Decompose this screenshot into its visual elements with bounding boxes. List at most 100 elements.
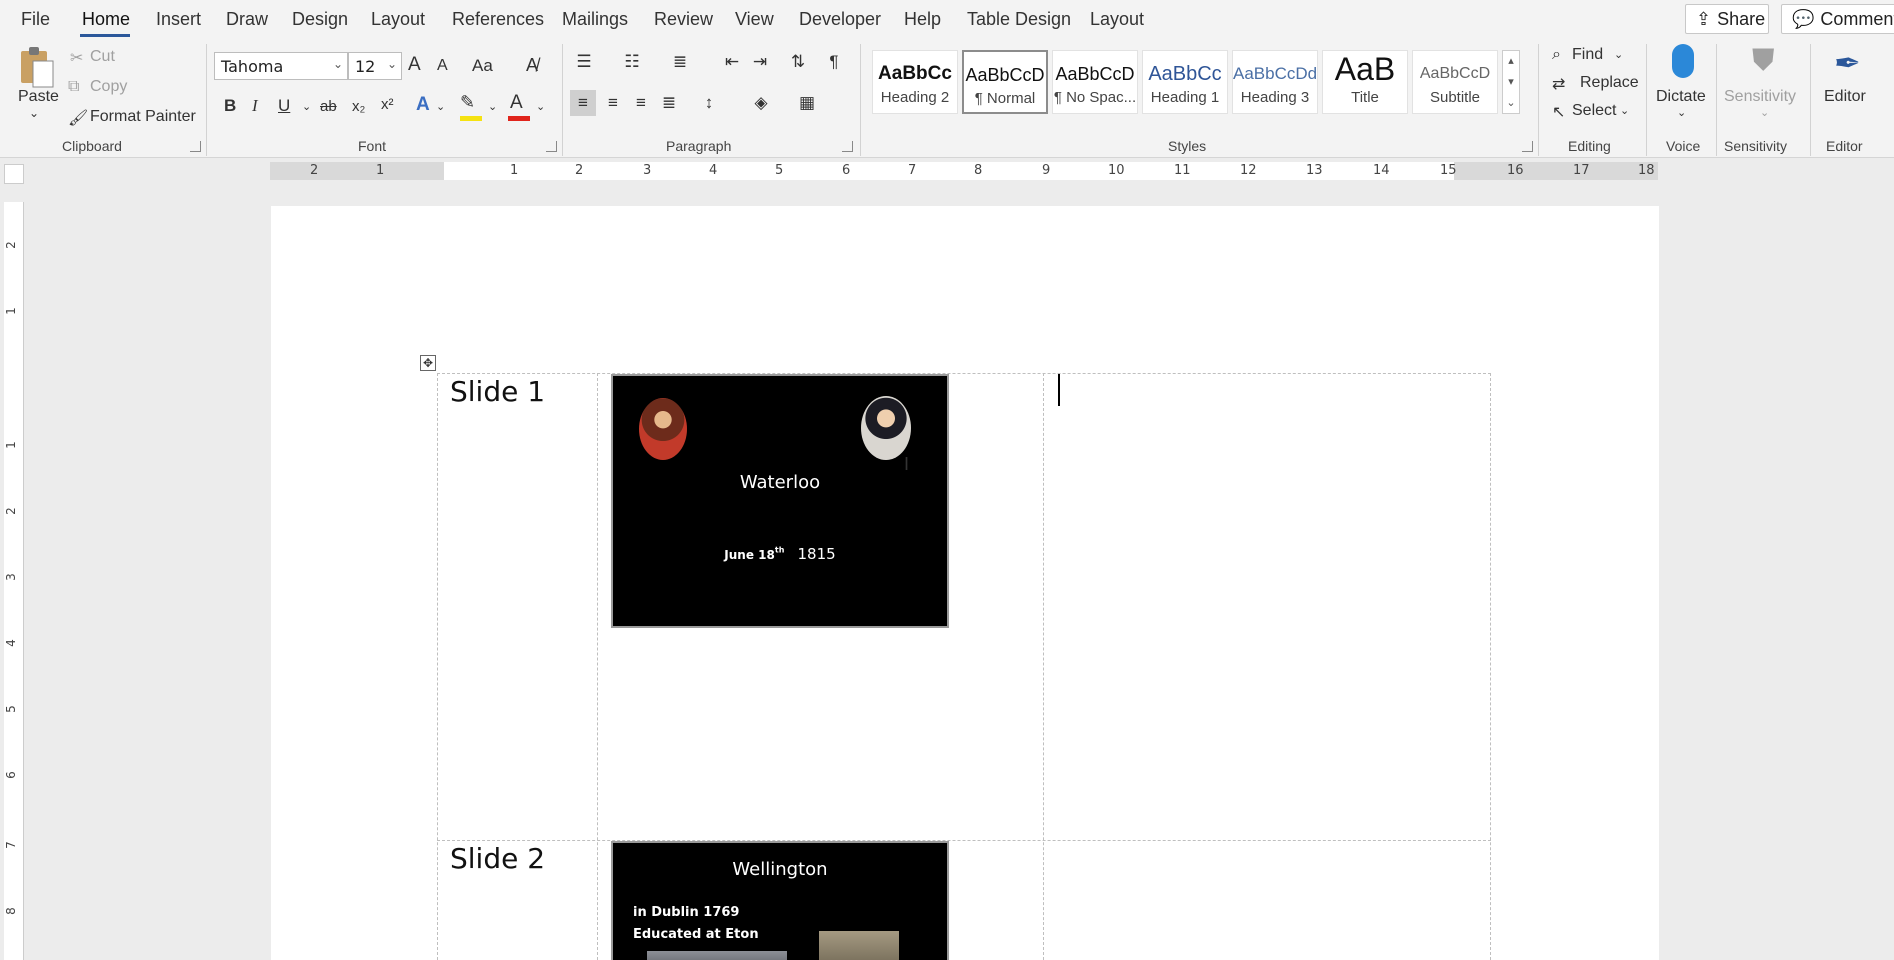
tab-mailings[interactable]: Mailings bbox=[562, 9, 628, 30]
justify-icon[interactable]: ≣ bbox=[656, 90, 682, 116]
tab-help[interactable]: Help bbox=[904, 9, 941, 30]
chevron-down-icon[interactable]: ⌄ bbox=[1614, 48, 1623, 61]
style-no-spacing[interactable]: AaBbCcD ¶ No Spac... bbox=[1052, 50, 1138, 114]
numbering-icon[interactable]: ☷ bbox=[620, 50, 644, 74]
tab-view[interactable]: View bbox=[735, 9, 774, 30]
tab-table-layout[interactable]: Layout bbox=[1090, 9, 1144, 30]
scroll-down-icon[interactable]: ▾ bbox=[1503, 72, 1519, 93]
chevron-down-icon[interactable]: ⌄ bbox=[1620, 104, 1629, 117]
sensitivity-button[interactable]: Sensitivity bbox=[1724, 88, 1796, 106]
subscript-button[interactable]: x₂ bbox=[352, 98, 365, 115]
grow-font-button[interactable]: A bbox=[408, 54, 421, 76]
increase-indent-icon[interactable]: ⇥ bbox=[748, 50, 772, 74]
tab-table-design[interactable]: Table Design bbox=[967, 9, 1071, 30]
tab-file[interactable]: File bbox=[21, 9, 50, 30]
paragraph-launcher-icon[interactable] bbox=[842, 141, 853, 152]
line-spacing-icon[interactable]: ↕ bbox=[694, 90, 724, 116]
text-effects-icon[interactable]: A bbox=[416, 94, 430, 116]
slide-thumbnail[interactable]: Wellington in Dublin 1769 Educated at Et… bbox=[611, 841, 949, 960]
select-button[interactable]: Select bbox=[1572, 102, 1616, 120]
tab-review[interactable]: Review bbox=[654, 9, 713, 30]
copy-button[interactable]: Copy bbox=[90, 78, 127, 96]
microphone-icon[interactable] bbox=[1672, 44, 1694, 78]
font-name-select[interactable]: Tahoma ⌄ bbox=[214, 52, 348, 80]
tab-references[interactable]: References bbox=[452, 9, 544, 30]
shrink-font-button[interactable]: A bbox=[437, 57, 448, 75]
strikethrough-button[interactable]: ab bbox=[320, 98, 337, 115]
borders-icon[interactable]: ▦ bbox=[792, 90, 822, 116]
horizontal-ruler[interactable]: 2 1 1 2 3 4 5 6 7 8 9 10 11 12 13 14 15 16 17 18 bbox=[270, 162, 1658, 180]
sort-icon[interactable]: ⇅ bbox=[786, 50, 810, 74]
chevron-down-icon[interactable]: ⌄ bbox=[436, 100, 445, 113]
replace-icon: ⇄ bbox=[1552, 76, 1566, 93]
ruler-number: 1 bbox=[376, 163, 385, 178]
tab-design[interactable]: Design bbox=[292, 9, 348, 30]
font-launcher-icon[interactable] bbox=[546, 141, 557, 152]
slide-thumbnail[interactable]: Waterloo June 18th 1815 bbox=[611, 374, 949, 628]
clipboard-launcher-icon[interactable] bbox=[190, 141, 201, 152]
italic-button[interactable]: I bbox=[252, 96, 258, 116]
style-sample: AaB bbox=[1334, 51, 1396, 87]
chevron-down-icon[interactable]: ⌄ bbox=[536, 100, 545, 113]
tab-home[interactable]: Home bbox=[82, 9, 130, 30]
style-normal[interactable]: AaBbCcD ¶ Normal bbox=[962, 50, 1048, 114]
underline-button[interactable]: U bbox=[278, 96, 290, 116]
font-size-select[interactable]: 12 ⌄ bbox=[348, 52, 402, 80]
chevron-down-icon[interactable]: ⌄ bbox=[302, 100, 311, 113]
styles-launcher-icon[interactable] bbox=[1522, 141, 1533, 152]
align-right-icon[interactable]: ≡ bbox=[628, 90, 654, 116]
ruler-number: 18 bbox=[1638, 163, 1655, 178]
bold-button[interactable]: B bbox=[224, 96, 236, 116]
style-heading-1[interactable]: AaBbCc Heading 1 bbox=[1142, 50, 1228, 114]
multilevel-list-icon[interactable]: ≣ bbox=[668, 50, 692, 74]
date-superscript: th bbox=[774, 545, 785, 555]
tab-insert[interactable]: Insert bbox=[156, 9, 201, 30]
table-move-handle-icon[interactable]: ✥ bbox=[420, 355, 436, 371]
style-heading-3[interactable]: AaBbCcDd Heading 3 bbox=[1232, 50, 1318, 114]
clear-formatting-icon[interactable]: A̸ bbox=[526, 55, 538, 76]
chevron-down-icon[interactable]: ⌄ bbox=[488, 100, 497, 113]
show-formatting-icon[interactable]: ¶ bbox=[822, 50, 846, 74]
scroll-up-icon[interactable]: ▴ bbox=[1503, 51, 1519, 72]
style-title[interactable]: AaB Title bbox=[1322, 50, 1408, 114]
paste-dropdown-icon[interactable]: ⌄ bbox=[29, 106, 39, 120]
tab-selector[interactable] bbox=[4, 164, 24, 184]
style-sample: AaBbCcDd bbox=[1233, 64, 1317, 83]
editor-button[interactable]: Editor bbox=[1824, 88, 1866, 106]
ruler-number: 8 bbox=[974, 163, 983, 178]
find-button[interactable]: Find bbox=[1572, 46, 1603, 64]
font-color-icon[interactable]: A bbox=[510, 92, 523, 114]
style-subtitle[interactable]: AaBbCcD Subtitle bbox=[1412, 50, 1498, 114]
style-name: Heading 1 bbox=[1150, 89, 1220, 106]
tab-layout[interactable]: Layout bbox=[371, 9, 425, 30]
align-left-icon[interactable]: ≡ bbox=[570, 90, 596, 116]
vertical-ruler[interactable]: 2 1 1 2 3 4 5 6 7 8 bbox=[4, 202, 24, 960]
superscript-button[interactable]: x² bbox=[381, 96, 394, 113]
change-case-button[interactable]: Aa bbox=[472, 56, 493, 76]
font-size-value: 12 bbox=[355, 57, 376, 76]
bullets-icon[interactable]: ☰ bbox=[572, 50, 596, 74]
styles-scroll[interactable]: ▴ ▾ ⌄ bbox=[1502, 50, 1520, 114]
dictate-button[interactable]: Dictate bbox=[1656, 88, 1706, 106]
share-button[interactable]: ⇪ Share bbox=[1685, 4, 1769, 34]
ruler-number: 16 bbox=[1507, 163, 1524, 178]
paste-button[interactable]: Paste bbox=[18, 88, 59, 106]
highlight-icon[interactable]: ✎ bbox=[460, 92, 475, 113]
format-painter-button[interactable]: Format Painter bbox=[90, 108, 196, 126]
align-center-icon[interactable]: ≡ bbox=[600, 90, 626, 116]
style-heading-2[interactable]: AaBbCc Heading 2 bbox=[872, 50, 958, 114]
tab-draw[interactable]: Draw bbox=[226, 9, 268, 30]
replace-button[interactable]: Replace bbox=[1580, 74, 1639, 92]
decrease-indent-icon[interactable]: ⇤ bbox=[720, 50, 744, 74]
tab-developer[interactable]: Developer bbox=[799, 9, 881, 30]
editor-pen-icon[interactable]: ✒ bbox=[1834, 44, 1861, 82]
ruler-number: 8 bbox=[3, 907, 18, 915]
paste-icon[interactable] bbox=[16, 44, 56, 90]
chevron-down-icon[interactable]: ⌄ bbox=[1677, 106, 1686, 119]
ruler-number: 11 bbox=[1174, 163, 1191, 178]
comments-button[interactable]: 💬Comments bbox=[1781, 4, 1894, 34]
more-styles-icon[interactable]: ⌄ bbox=[1503, 93, 1519, 114]
font-color-swatch bbox=[508, 116, 530, 121]
shading-icon[interactable]: ◈ bbox=[746, 90, 776, 116]
cut-button[interactable]: Cut bbox=[90, 48, 115, 66]
